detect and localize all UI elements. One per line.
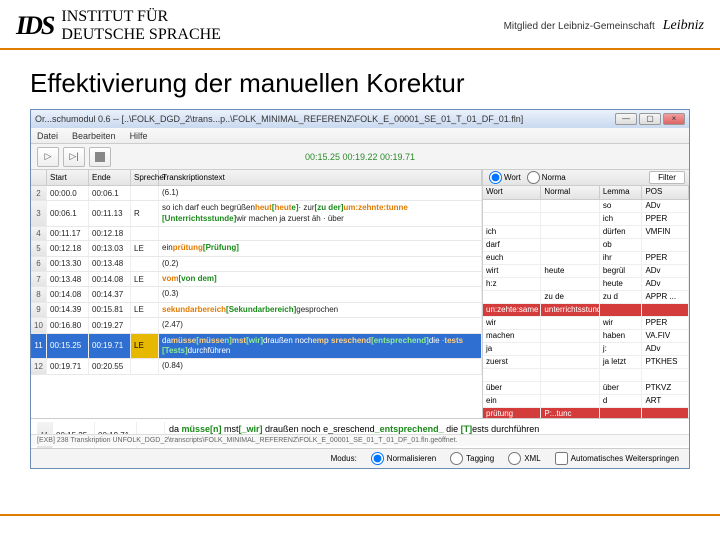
time-display: 00:15.25 00:19.22 00:19.71: [305, 152, 415, 162]
rcol-normal: Normal: [541, 186, 599, 199]
list-item[interactable]: euchihrPPER: [483, 252, 689, 265]
menu-hilfe[interactable]: Hilfe: [130, 131, 148, 141]
list-item[interactable]: prütungP:..tunc: [483, 408, 689, 418]
modus-tagging[interactable]: [450, 452, 463, 465]
list-item[interactable]: soADv: [483, 200, 689, 213]
stop-button[interactable]: [89, 147, 111, 167]
transcript-rows: 200:00.000:06.1(6.1)300:06.100:11.13Rso …: [31, 186, 482, 418]
rcol-lemma: Lemma: [600, 186, 643, 199]
institute-line1: INSTITUT FÜR: [61, 8, 221, 26]
play-button[interactable]: ▷: [37, 147, 59, 167]
list-item[interactable]: machenhabenVA.FIV: [483, 330, 689, 343]
table-row[interactable]: 400:11.1700:12.18: [31, 227, 482, 241]
table-row[interactable]: 200:00.000:06.1(6.1): [31, 186, 482, 201]
footer-rule: [0, 514, 720, 516]
modus-label: Modus:: [331, 454, 357, 463]
word-panel-rows: soADvichPPERichdürfenVMFINdarfobeuchihrP…: [483, 200, 689, 418]
table-row[interactable]: 700:13.4800:14.08LEvom [von dem]: [31, 272, 482, 287]
list-item[interactable]: darfob: [483, 239, 689, 252]
word-panel-header: Wort Norma Filter: [483, 170, 689, 186]
rcol-wort: Wort: [483, 186, 541, 199]
transcript-panel: Start Ende Sprecher Transkriptionstext 2…: [31, 170, 483, 418]
col-ende: Ende: [89, 170, 131, 185]
app-toolbar: ▷ ▷| 00:15.25 00:19.22 00:19.71: [31, 144, 689, 170]
menu-bearbeiten[interactable]: Bearbeiten: [72, 131, 116, 141]
col-num: [31, 170, 47, 185]
footer-bar: Modus: Normalisieren Tagging XML Automat…: [31, 448, 689, 468]
play-segment-button[interactable]: ▷|: [63, 147, 85, 167]
slide-header: IDS INSTITUT FÜR DEUTSCHE SPRACHE Mitgli…: [0, 0, 720, 48]
app-menubar: Datei Bearbeiten Hilfe: [31, 128, 689, 144]
ids-logo: IDS INSTITUT FÜR DEUTSCHE SPRACHE: [16, 8, 221, 44]
list-item[interactable]: zuerstja letztPTKHES: [483, 356, 689, 369]
app-titlebar: Or...schumodul 0.6 -- [..\FOLK_DGD_2\tra…: [31, 110, 689, 128]
word-panel: Wort Norma Filter Wort Normal Lemma POS …: [483, 170, 689, 418]
rcol-pos: POS: [642, 186, 689, 199]
list-item[interactable]: überüberPTKVZ: [483, 382, 689, 395]
table-row[interactable]: 900:14.3900:15.81LEsekundarbereich [Seku…: [31, 303, 482, 318]
radio-wort-label: Wort: [504, 173, 521, 182]
radio-wort[interactable]: [489, 171, 502, 184]
radio-norma[interactable]: [527, 171, 540, 184]
table-row[interactable]: 1200:19.7100:20.55(0.84): [31, 359, 482, 374]
list-item[interactable]: [483, 369, 689, 382]
window-maximize-button[interactable]: ▢: [639, 113, 661, 125]
modus-normalisieren[interactable]: [371, 452, 384, 465]
window-close-button[interactable]: ×: [663, 113, 685, 125]
transcript-headers: Start Ende Sprecher Transkriptionstext: [31, 170, 482, 186]
window-minimize-button[interactable]: —: [615, 113, 637, 125]
filter-button[interactable]: Filter: [649, 171, 685, 184]
list-item[interactable]: wirwirPPER: [483, 317, 689, 330]
list-item[interactable]: h:zheuteADv: [483, 278, 689, 291]
list-item[interactable]: ichdürfenVMFIN: [483, 226, 689, 239]
list-item[interactable]: un:zehte:sameunterrichtsstunde: [483, 304, 689, 317]
table-row[interactable]: 600:13.3000:13.48(0.2): [31, 257, 482, 272]
menu-datei[interactable]: Datei: [37, 131, 58, 141]
membership-text: Mitglied der Leibniz-Gemeinschaft: [504, 21, 655, 32]
slide-title: Effektivierung der manuellen Korektur: [0, 60, 720, 109]
app-title: Or...schumodul 0.6 -- [..\FOLK_DGD_2\tra…: [35, 114, 523, 124]
table-row[interactable]: 300:06.100:11.13Rso ich darf euch begrüß…: [31, 201, 482, 227]
institute-line2: DEUTSCHE SPRACHE: [61, 26, 221, 44]
auto-advance-checkbox[interactable]: [555, 452, 568, 465]
table-row[interactable]: 1100:15.2500:19.71LEda müsse [müssen] ms…: [31, 334, 482, 360]
list-item[interactable]: jaj:ADv: [483, 343, 689, 356]
modus-xml[interactable]: [508, 452, 521, 465]
list-item[interactable]: ichPPER: [483, 213, 689, 226]
header-rule: [0, 48, 720, 50]
col-sprecher: Sprecher: [131, 170, 159, 185]
col-start: Start: [47, 170, 89, 185]
word-panel-cols: Wort Normal Lemma POS: [483, 186, 689, 200]
list-item[interactable]: eindART: [483, 395, 689, 408]
app-window: Or...schumodul 0.6 -- [..\FOLK_DGD_2\tra…: [30, 109, 690, 469]
radio-norma-label: Norma: [542, 173, 566, 182]
statusbar: [EXB] 238 Transkription UNFOLK_DGD_2\tra…: [31, 434, 689, 446]
list-item[interactable]: zu dezu dAPPR ...: [483, 291, 689, 304]
col-text: Transkriptionstext: [159, 170, 482, 185]
table-row[interactable]: 800:14.0800:14.37(0.3): [31, 287, 482, 302]
table-row[interactable]: 1000:16.8000:19.27(2.47): [31, 318, 482, 333]
table-row[interactable]: 500:12.1800:13.03LEein prütung [Prüfung]: [31, 241, 482, 256]
list-item[interactable]: wirtheutebegrülADv: [483, 265, 689, 278]
leibniz-logo: Leibniz: [663, 18, 704, 34]
